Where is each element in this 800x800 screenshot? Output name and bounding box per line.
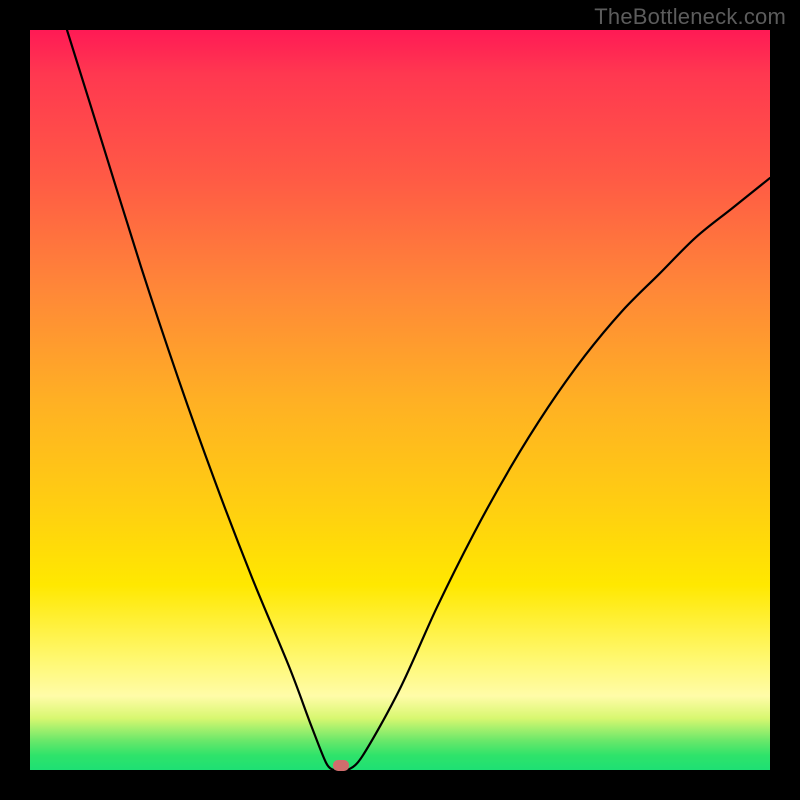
watermark-text: TheBottleneck.com: [594, 4, 786, 30]
bottleneck-marker: [333, 760, 349, 771]
chart-frame: TheBottleneck.com: [0, 0, 800, 800]
curve-right-branch: [348, 178, 770, 770]
chart-curve-layer: [30, 30, 770, 770]
curve-left-branch: [67, 30, 333, 770]
chart-panel: [30, 30, 770, 770]
